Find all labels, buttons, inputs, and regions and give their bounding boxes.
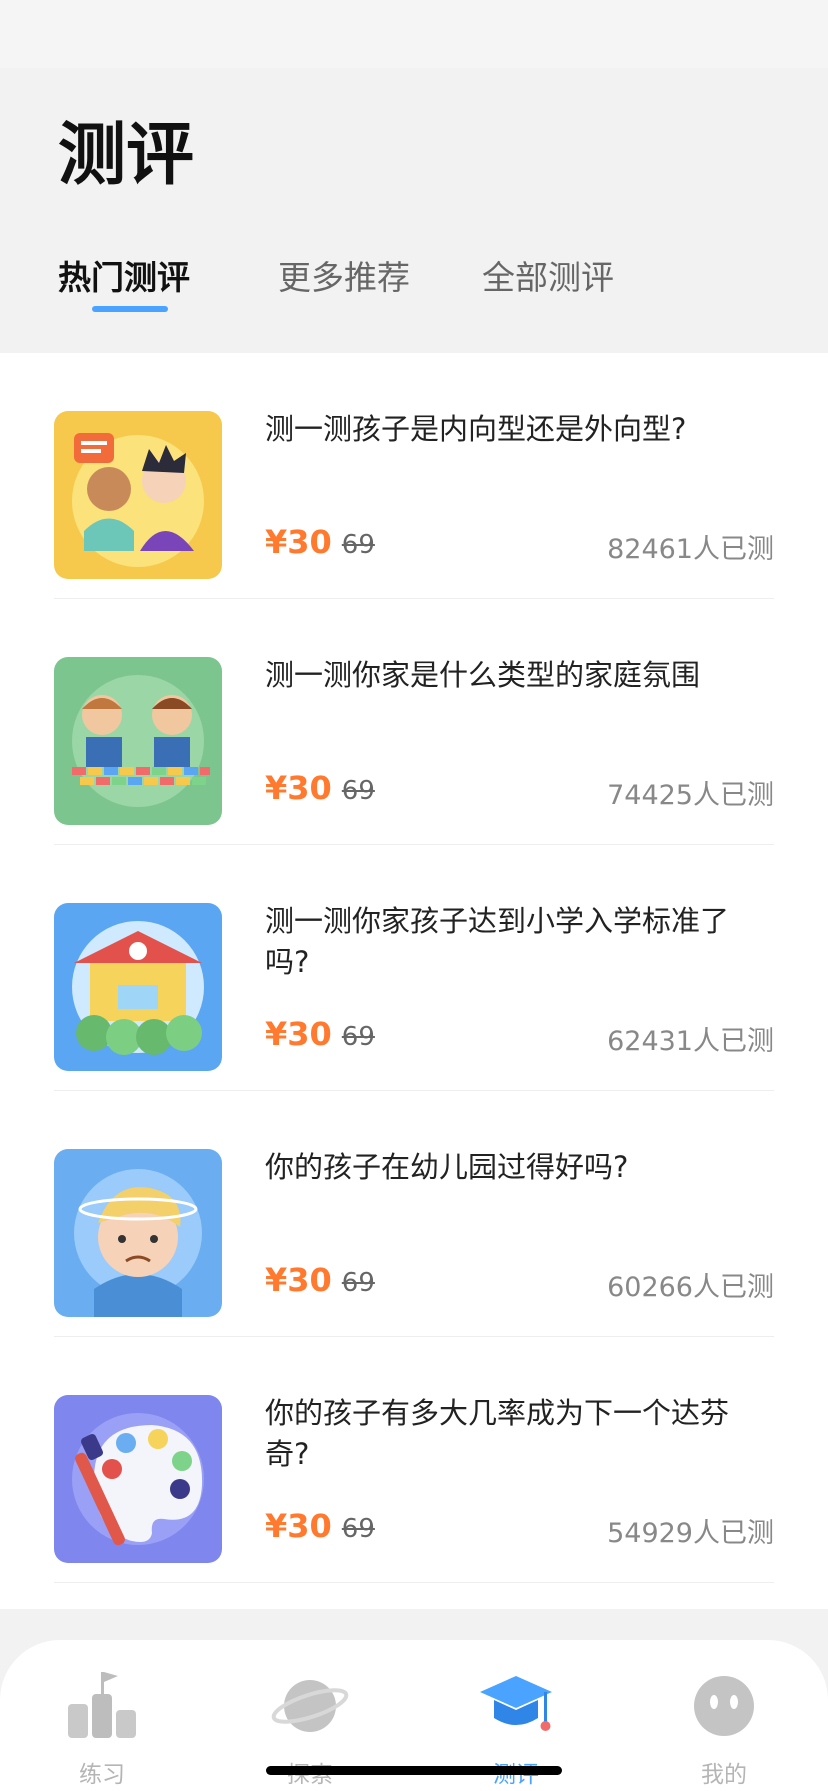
original-price: 69 bbox=[341, 530, 375, 560]
test-count: 74425人已测 bbox=[607, 780, 774, 811]
price-row: ¥30 69 bbox=[265, 523, 375, 563]
list-item[interactable]: 你的孩子在幼儿园过得好吗? ¥30 69 60266人已测 bbox=[54, 1091, 774, 1337]
test-count: 60266人已测 bbox=[607, 1272, 774, 1303]
practice-icon bbox=[68, 1672, 136, 1738]
school-house-icon bbox=[54, 903, 222, 1071]
assessment-list: 测一测孩子是内向型还是外向型? ¥30 69 82461人已测 测一测你家是什么… bbox=[0, 353, 828, 1609]
list-item[interactable]: 测一测孩子是内向型还是外向型? ¥30 69 82461人已测 bbox=[54, 353, 774, 599]
original-price: 69 bbox=[341, 776, 375, 806]
kids-chatting-icon bbox=[54, 411, 222, 579]
price-row: ¥30 69 bbox=[265, 1507, 375, 1547]
nav-practice[interactable]: 练习 bbox=[22, 1640, 182, 1791]
tab-more[interactable]: 更多推荐 bbox=[278, 258, 410, 298]
list-item[interactable]: 你的孩子有多大几率成为下一个达芬奇? ¥30 69 54929人已测 bbox=[54, 1337, 774, 1583]
item-title: 你的孩子在幼儿园过得好吗? bbox=[265, 1150, 629, 1184]
status-bar bbox=[0, 0, 828, 68]
price: ¥30 bbox=[265, 769, 332, 807]
profile-icon bbox=[694, 1676, 754, 1736]
price-row: ¥30 69 bbox=[265, 769, 375, 809]
tab-all[interactable]: 全部测评 bbox=[482, 258, 614, 298]
item-title: 测一测你家孩子达到小学入学标准了吗? bbox=[265, 904, 730, 979]
test-count: 82461人已测 bbox=[607, 534, 774, 565]
price: ¥30 bbox=[265, 1261, 332, 1299]
list-item[interactable]: 测一测你家孩子达到小学入学标准了吗? ¥30 69 62431人已测 bbox=[54, 845, 774, 1091]
item-title: 你的孩子有多大几率成为下一个达芬奇? bbox=[265, 1396, 730, 1471]
test-count: 62431人已测 bbox=[607, 1026, 774, 1057]
dizzy-kid-icon bbox=[54, 1149, 222, 1317]
tab-active-indicator bbox=[92, 306, 168, 312]
item-title: 测一测孩子是内向型还是外向型? bbox=[265, 412, 687, 446]
original-price: 69 bbox=[341, 1514, 375, 1544]
original-price: 69 bbox=[341, 1268, 375, 1298]
price-row: ¥30 69 bbox=[265, 1015, 375, 1055]
tab-hot[interactable]: 热门测评 bbox=[58, 258, 190, 298]
nav-label: 练习 bbox=[79, 1762, 125, 1788]
price: ¥30 bbox=[265, 1015, 332, 1053]
item-title: 测一测你家是什么类型的家庭氛围 bbox=[265, 658, 701, 692]
price-row: ¥30 69 bbox=[265, 1261, 375, 1301]
kids-building-blocks-icon bbox=[54, 657, 222, 825]
price: ¥30 bbox=[265, 523, 332, 561]
page-title: 测评 bbox=[58, 116, 195, 195]
paint-palette-icon bbox=[54, 1395, 222, 1563]
test-count: 54929人已测 bbox=[607, 1518, 774, 1549]
planet-icon bbox=[271, 1680, 349, 1732]
original-price: 69 bbox=[341, 1022, 375, 1052]
home-indicator[interactable] bbox=[266, 1766, 562, 1775]
price: ¥30 bbox=[265, 1507, 332, 1545]
graduation-cap-icon bbox=[480, 1676, 552, 1731]
nav-label: 我的 bbox=[701, 1762, 747, 1788]
nav-profile[interactable]: 我的 bbox=[644, 1640, 804, 1791]
list-item[interactable]: 测一测你家是什么类型的家庭氛围 ¥30 69 74425人已测 bbox=[54, 599, 774, 845]
